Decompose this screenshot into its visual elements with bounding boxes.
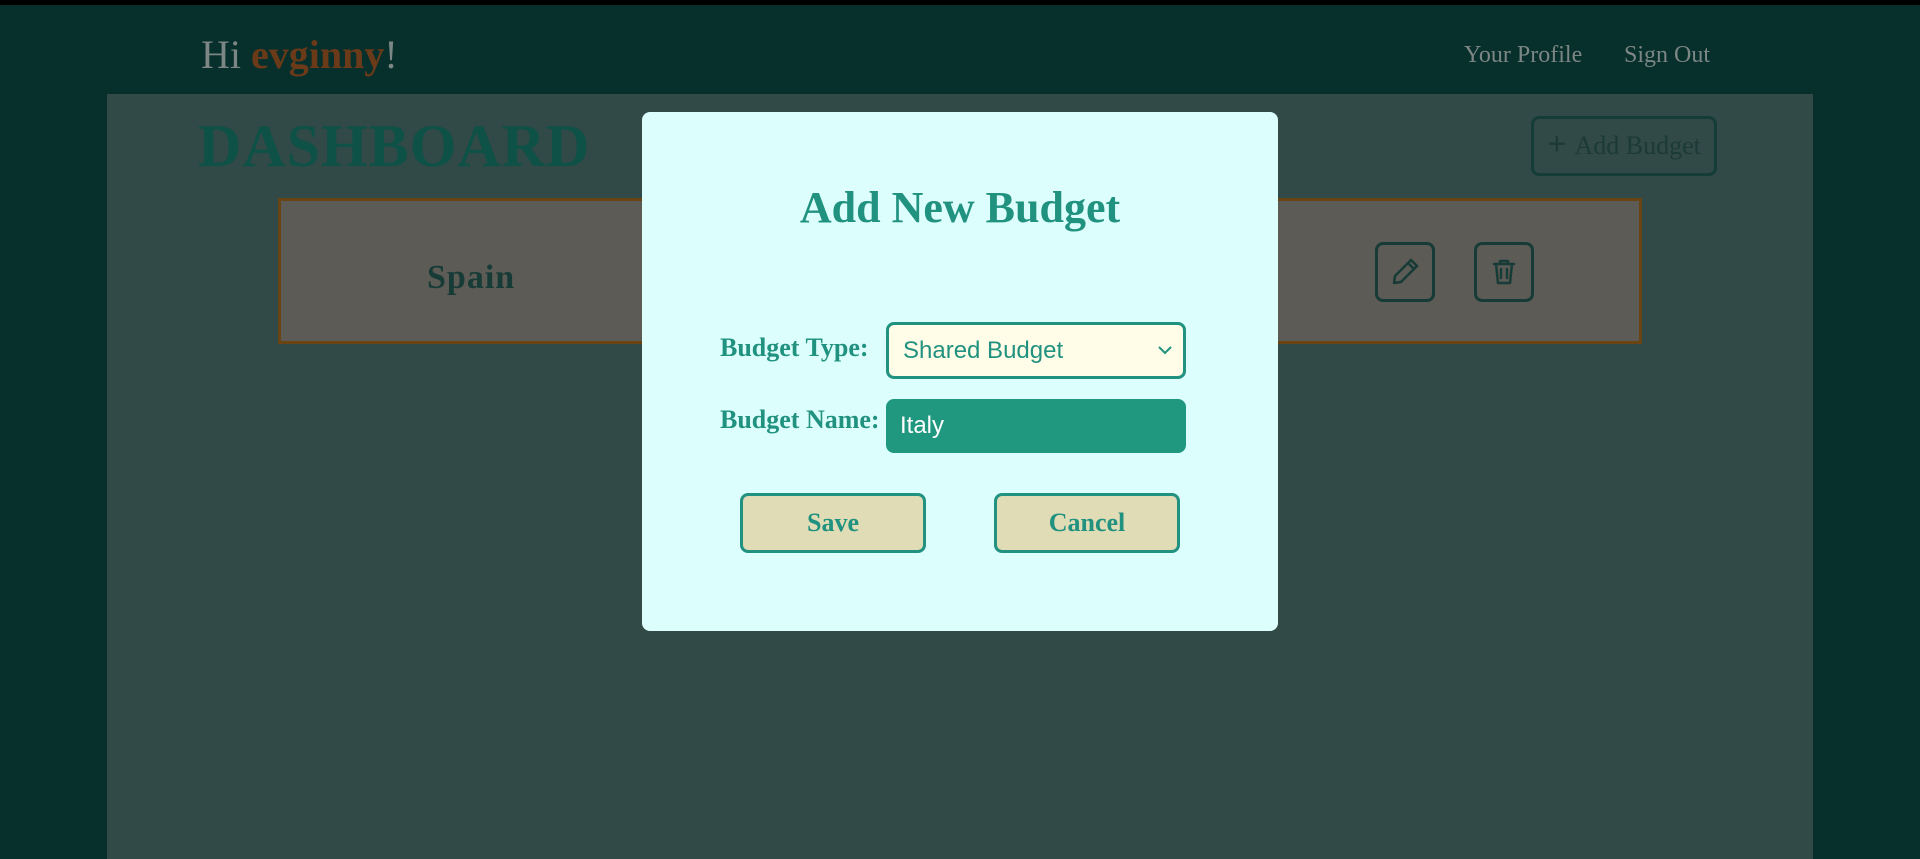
trash-icon	[1492, 259, 1516, 285]
budget-name-input[interactable]	[886, 399, 1186, 453]
greeting-suffix: !	[384, 32, 398, 77]
cancel-button[interactable]: Cancel	[994, 493, 1180, 553]
chevron-down-icon	[1158, 346, 1172, 355]
pencil-icon	[1392, 258, 1419, 285]
modal-title: Add New Budget	[799, 183, 1121, 232]
delete-budget-button[interactable]	[1474, 242, 1534, 302]
budget-name-label: Budget Name:	[720, 405, 880, 434]
budget-type-value: Shared Budget	[903, 336, 1064, 364]
nav-your-profile-link[interactable]: Your Profile	[1464, 43, 1582, 67]
budget-card-title: Spain	[427, 259, 516, 296]
page-title: DASHBOARD	[198, 113, 591, 179]
add-budget-label: Add Budget	[1574, 131, 1701, 160]
save-button[interactable]: Save	[740, 493, 926, 553]
budget-type-label: Budget Type:	[720, 333, 869, 362]
plus-icon: +	[1547, 125, 1567, 163]
app-header: Hi evginny! Your Profile Sign Out	[0, 5, 1920, 93]
budget-type-select[interactable]: Shared Budget	[886, 322, 1186, 379]
add-budget-button[interactable]: + Add Budget	[1531, 116, 1717, 176]
greeting: Hi evginny!	[201, 35, 398, 75]
add-budget-modal: Add New Budget Budget Type: Shared Budge…	[642, 112, 1278, 631]
greeting-prefix: Hi	[201, 32, 251, 77]
nav-sign-out-link[interactable]: Sign Out	[1624, 43, 1710, 67]
edit-budget-button[interactable]	[1375, 242, 1435, 302]
username: evginny	[251, 32, 385, 77]
